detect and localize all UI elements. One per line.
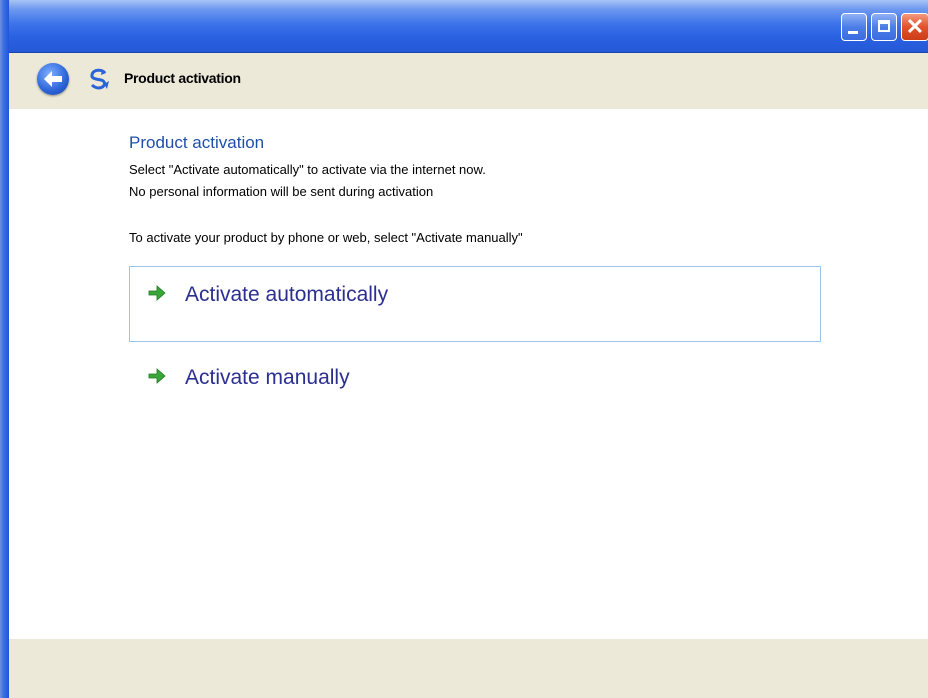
page-title: Product activation: [124, 70, 241, 86]
activation-window: ✕ Product activation Product activation …: [0, 0, 928, 698]
instruction-line-3: To activate your product by phone or web…: [129, 230, 523, 245]
maximize-button[interactable]: [871, 13, 897, 41]
navigation-bar: Product activation: [9, 53, 928, 109]
minimize-button[interactable]: [841, 13, 867, 41]
back-button[interactable]: [37, 63, 69, 95]
instruction-line-1: Select "Activate automatically" to activ…: [129, 162, 486, 177]
title-bar[interactable]: ✕: [9, 0, 928, 53]
back-arrow-icon: [44, 71, 62, 87]
green-arrow-icon: [148, 285, 166, 301]
activate-automatically-label: Activate automatically: [185, 283, 389, 306]
footer-bar: [9, 639, 928, 698]
maximize-icon: [878, 20, 890, 32]
close-button[interactable]: ✕: [901, 13, 928, 41]
activate-manually-label: Activate manually: [185, 366, 350, 389]
close-icon: ✕: [905, 14, 925, 39]
main-content: Product activation Select "Activate auto…: [9, 109, 928, 639]
activation-icon: [90, 68, 109, 90]
activate-automatically-option[interactable]: Activate automatically: [129, 266, 821, 342]
section-heading: Product activation: [129, 133, 265, 152]
instruction-line-2: No personal information will be sent dur…: [129, 184, 434, 199]
minimize-icon: [848, 31, 858, 34]
window-left-border: [0, 0, 9, 698]
activate-manually-option[interactable]: Activate manually: [129, 349, 821, 425]
green-arrow-icon: [148, 368, 166, 384]
